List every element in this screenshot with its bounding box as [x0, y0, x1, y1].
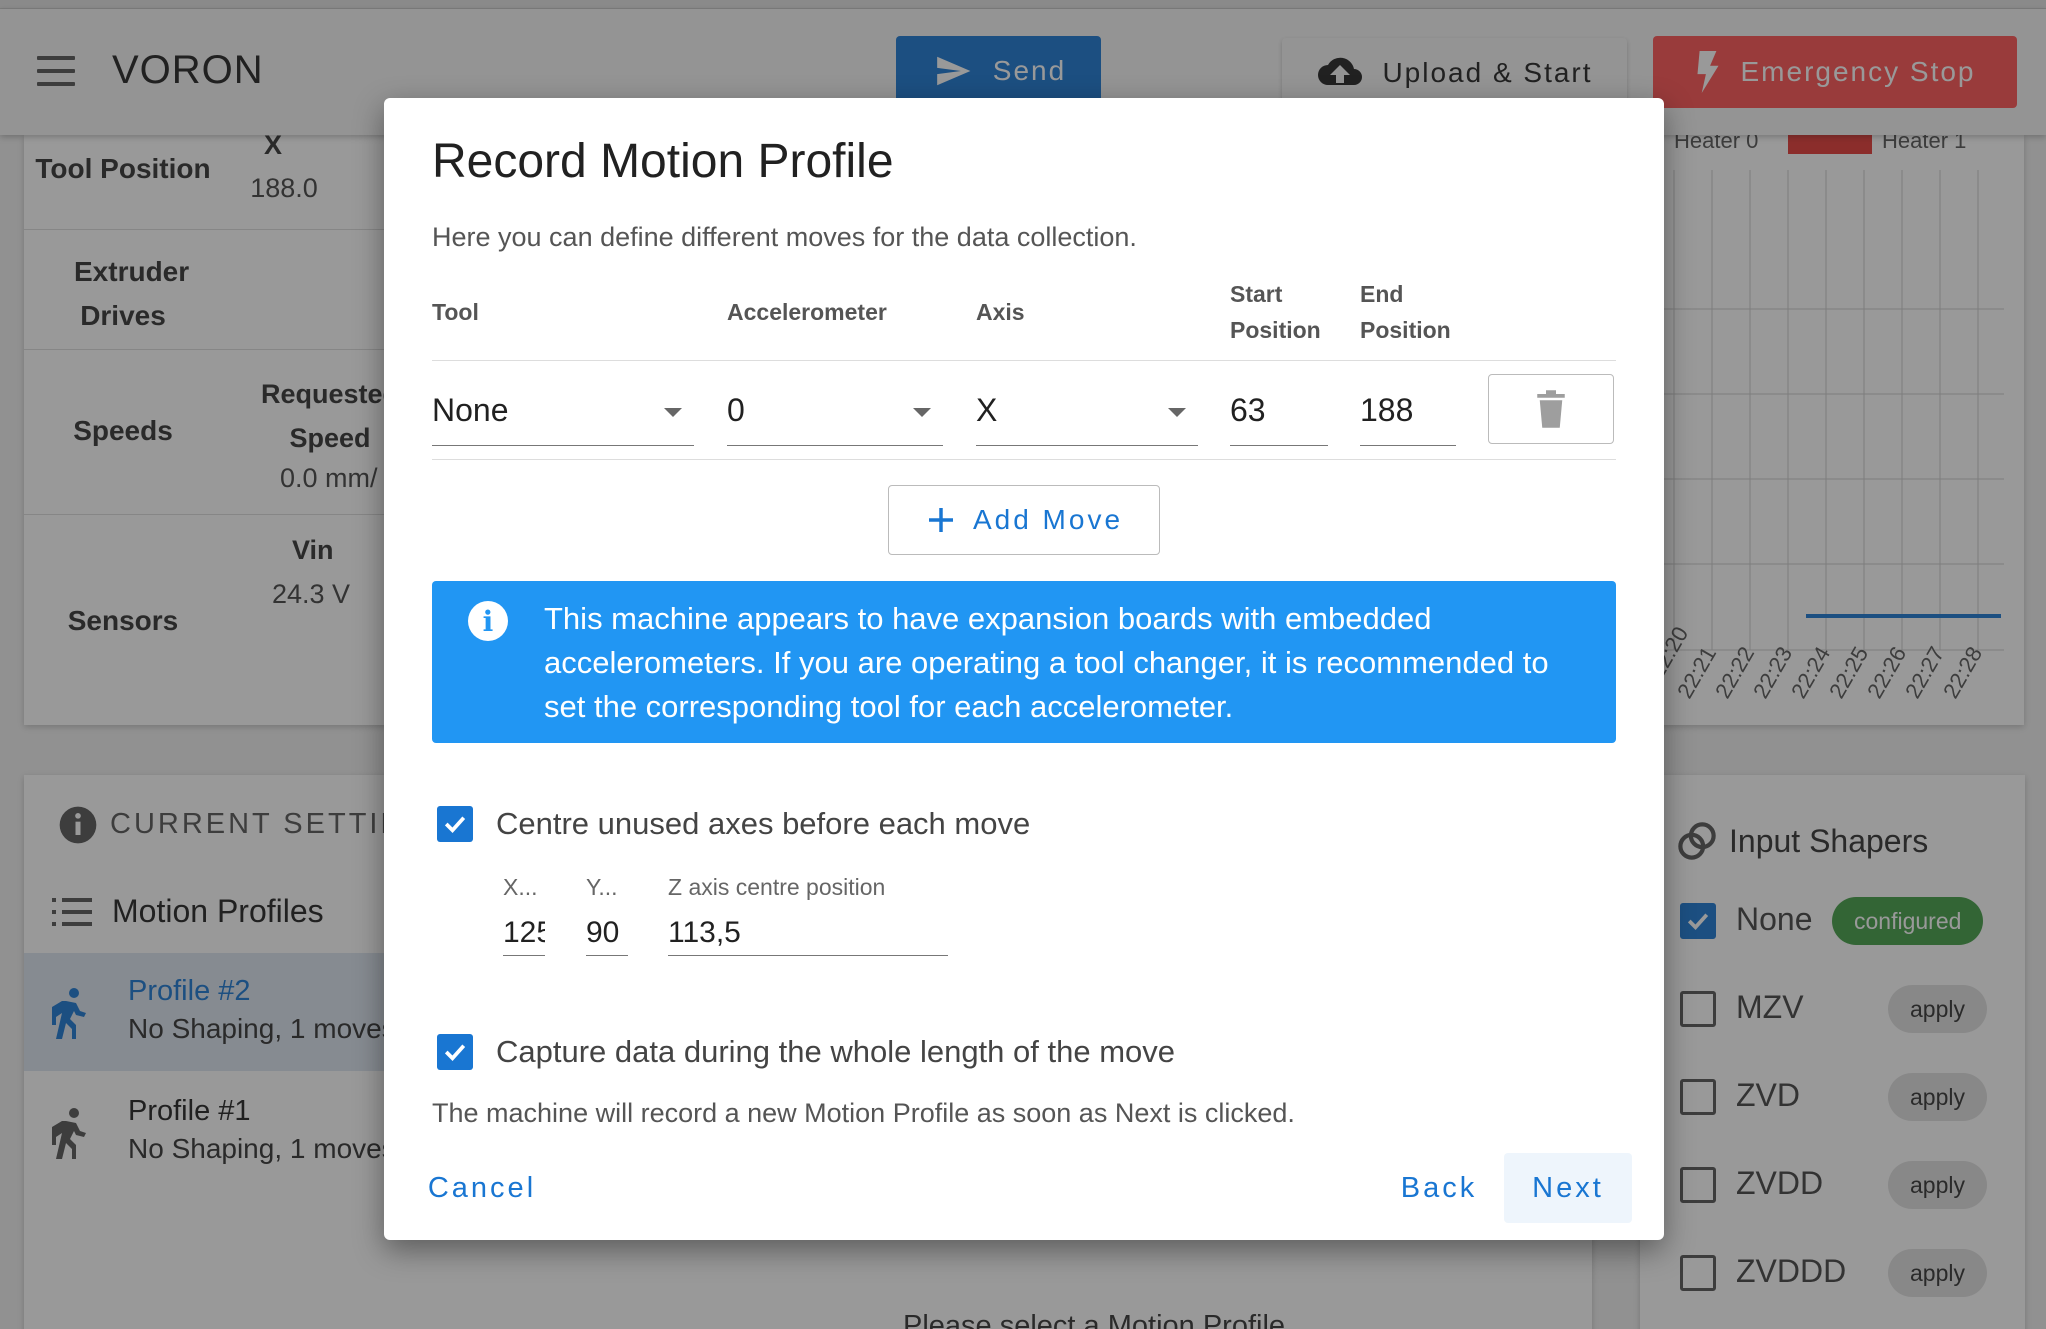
chevron-down-icon — [664, 408, 682, 417]
col-accelerometer: Accelerometer — [727, 299, 887, 325]
cancel-button[interactable]: Cancel — [420, 1153, 544, 1223]
info-icon: i — [468, 601, 508, 641]
plus-icon — [928, 508, 953, 532]
col-axis: Axis — [976, 299, 1025, 325]
record-note: The machine will record a new Motion Pro… — [432, 1098, 1295, 1128]
col-start-position: Start Position — [1230, 281, 1321, 343]
end-position-value: 188 — [1360, 392, 1414, 428]
check-icon — [444, 1044, 466, 1061]
add-move-button[interactable]: Add Move — [888, 485, 1160, 555]
info-alert: i This machine appears to have expansion… — [432, 581, 1616, 743]
capture-whole-move-checkbox[interactable] — [437, 1034, 473, 1070]
centre-axes-label[interactable]: Centre unused axes before each move — [496, 806, 1030, 842]
chevron-down-icon — [1168, 408, 1186, 417]
dialog-title: Record Motion Profile — [432, 135, 894, 188]
y-centre-value: 90 — [586, 916, 620, 949]
y-centre-input[interactable]: 90 — [586, 908, 628, 956]
back-button[interactable]: Back — [1378, 1153, 1500, 1223]
delete-move-button[interactable] — [1488, 374, 1614, 444]
start-position-value: 63 — [1230, 392, 1266, 428]
col-tool: Tool — [432, 299, 479, 325]
trash-icon — [1537, 390, 1565, 428]
accelerometer-select[interactable]: 0 — [727, 374, 943, 446]
table-header-divider — [432, 360, 1616, 361]
z-centre-value: 113,5 — [668, 916, 741, 949]
start-position-input[interactable]: 63 — [1230, 374, 1328, 446]
z-centre-input[interactable]: 113,5 — [668, 908, 948, 956]
next-button[interactable]: Next — [1504, 1153, 1632, 1223]
tool-select[interactable]: None — [432, 374, 694, 446]
tool-select-value: None — [432, 392, 509, 428]
y-centre-label: Y... — [586, 874, 618, 900]
dialog-subtitle: Here you can define different moves for … — [432, 222, 1137, 252]
info-alert-text: This machine appears to have expansion b… — [544, 601, 1549, 724]
check-icon — [444, 816, 466, 833]
axis-select[interactable]: X — [976, 374, 1198, 446]
centre-axes-checkbox[interactable] — [437, 806, 473, 842]
capture-whole-move-label[interactable]: Capture data during the whole length of … — [496, 1034, 1175, 1070]
add-move-label: Add Move — [972, 504, 1124, 535]
x-centre-value: 125 — [503, 916, 545, 949]
x-centre-label: X... — [503, 874, 538, 900]
col-end-position: End Position — [1360, 281, 1451, 343]
record-motion-profile-dialog: Record Motion Profile Here you can defin… — [384, 98, 1664, 1240]
end-position-input[interactable]: 188 — [1360, 374, 1456, 446]
z-centre-label: Z axis centre position — [668, 874, 886, 900]
x-centre-input[interactable]: 125 — [503, 908, 545, 956]
axis-select-value: X — [976, 392, 998, 428]
accelerometer-select-value: 0 — [727, 392, 745, 428]
chevron-down-icon — [913, 408, 931, 417]
table-row-divider — [432, 459, 1616, 460]
